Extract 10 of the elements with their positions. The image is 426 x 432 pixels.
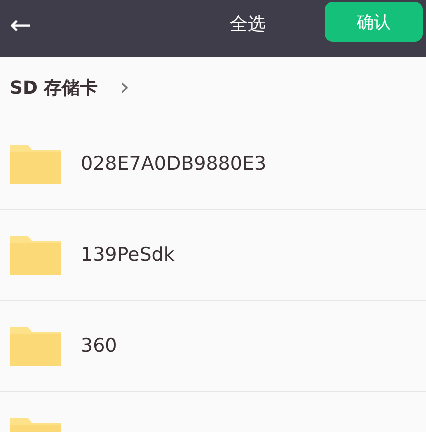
folder-icon (10, 236, 61, 274)
select-all-title[interactable]: 全选 (230, 12, 266, 36)
folder-icon (10, 326, 61, 366)
folder-name[interactable]: 360 (81, 335, 118, 357)
folder-icon (10, 144, 61, 184)
folder-name[interactable]: 139PeSdk (81, 244, 175, 266)
folder-name[interactable]: 028E7A0DB9880E3 (81, 153, 267, 175)
chevron-icon: › (120, 74, 130, 102)
back-button[interactable]: ← (0, 12, 32, 44)
breadcrumb-label[interactable]: SD 存储卡 (10, 76, 98, 100)
